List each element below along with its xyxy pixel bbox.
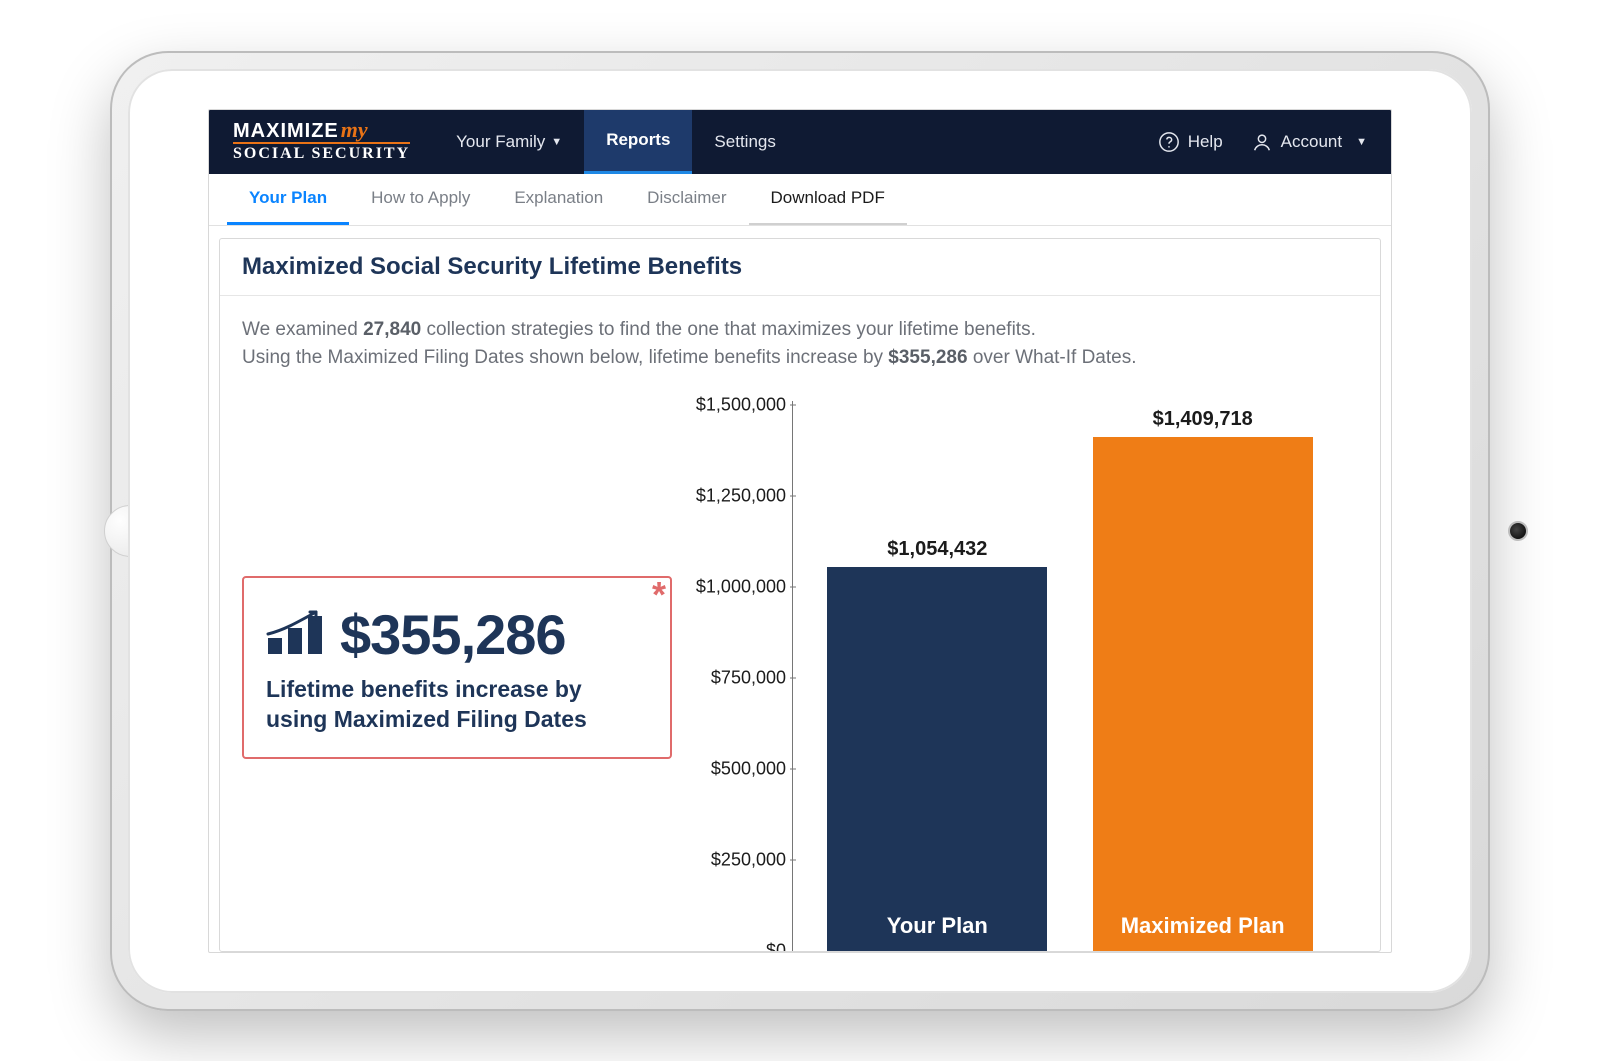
increase-amount: $355,286 (340, 602, 566, 667)
nav-reports[interactable]: Reports (584, 110, 692, 174)
content-row: * (242, 385, 1358, 951)
asterisk-icon: * (652, 574, 666, 616)
subtab-how-to-apply[interactable]: How to Apply (349, 174, 492, 225)
nav-reports-label: Reports (606, 130, 670, 150)
bar-wrap: $1,409,718 Maximized Plan (1093, 405, 1313, 951)
panel-wrap: Maximized Social Security Lifetime Benef… (209, 226, 1391, 952)
panel-body: We examined 27,840 collection strategies… (220, 296, 1380, 951)
nav-settings-label: Settings (714, 132, 775, 152)
help-icon (1158, 131, 1180, 153)
y-tick: $1,000,000 (674, 576, 786, 597)
subtab-disclaimer[interactable]: Disclaimer (625, 174, 748, 225)
nav-your-family[interactable]: Your Family ▼ (434, 110, 584, 174)
help-label: Help (1188, 132, 1223, 152)
brand-line2: SOCIAL SECURITY (233, 142, 410, 163)
bar-maximized-plan: Maximized Plan (1093, 437, 1313, 950)
y-tick: $0 (674, 940, 786, 951)
subtab-your-plan[interactable]: Your Plan (227, 174, 349, 225)
chevron-down-icon: ▼ (551, 136, 562, 148)
callout-subtitle: Lifetime benefits increase by using Maxi… (266, 675, 648, 735)
subtab-explanation[interactable]: Explanation (492, 174, 625, 225)
panel-header: Maximized Social Security Lifetime Benef… (220, 239, 1380, 296)
brand-logo[interactable]: MAXIMIZEmy SOCIAL SECURITY (209, 110, 434, 174)
y-tick: $500,000 (674, 758, 786, 779)
bar-wrap: $1,054,432 Your Plan (827, 405, 1047, 951)
tablet-bezel: MAXIMIZEmy SOCIAL SECURITY Your Family ▼… (128, 69, 1472, 993)
sub-tabs: Your Plan How to Apply Explanation Discl… (209, 174, 1391, 226)
y-tick: $250,000 (674, 849, 786, 870)
y-tick: $750,000 (674, 667, 786, 688)
chevron-down-icon: ▼ (1356, 136, 1367, 148)
nav-right: Help Account ▼ (1158, 110, 1391, 174)
growth-bars-icon (266, 608, 326, 661)
tablet-camera (1508, 521, 1528, 541)
chart-column: $1,054,432 Your Plan $1,409,718 Maximized P… (672, 385, 1358, 951)
benefit-increase-callout: * (242, 576, 672, 759)
brand-maximize: MAXIMIZE (233, 120, 339, 142)
account-label: Account (1281, 132, 1342, 152)
tablet-frame: MAXIMIZEmy SOCIAL SECURITY Your Family ▼… (110, 51, 1490, 1011)
benefits-panel: Maximized Social Security Lifetime Benef… (219, 238, 1381, 952)
callout-column: * (242, 385, 672, 951)
y-tick: $1,250,000 (674, 485, 786, 506)
brand-line1: MAXIMIZEmy (233, 120, 410, 140)
app-screen: MAXIMIZEmy SOCIAL SECURITY Your Family ▼… (208, 109, 1392, 953)
top-nav: MAXIMIZEmy SOCIAL SECURITY Your Family ▼… (209, 110, 1391, 174)
brand-my: my (339, 117, 368, 142)
panel-title: Maximized Social Security Lifetime Benef… (242, 253, 1358, 281)
nav-items: Your Family ▼ Reports Settings (434, 110, 798, 174)
account-menu[interactable]: Account ▼ (1251, 131, 1367, 153)
bar-value-label: $1,054,432 (887, 538, 987, 561)
user-icon (1251, 131, 1273, 153)
y-tick: $1,500,000 (674, 394, 786, 415)
nav-settings[interactable]: Settings (692, 110, 797, 174)
bar-value-label: $1,409,718 (1153, 408, 1253, 431)
help-link[interactable]: Help (1158, 131, 1223, 153)
benefits-bar-chart: $1,054,432 Your Plan $1,409,718 Maximized P… (672, 385, 1358, 951)
bar-your-plan: Your Plan (827, 567, 1047, 951)
subtab-download-pdf[interactable]: Download PDF (749, 174, 907, 225)
nav-your-family-label: Your Family (456, 132, 545, 152)
bars-container: $1,054,432 Your Plan $1,409,718 Maximized P… (792, 405, 1348, 951)
intro-text: We examined 27,840 collection strategies… (242, 316, 1358, 373)
